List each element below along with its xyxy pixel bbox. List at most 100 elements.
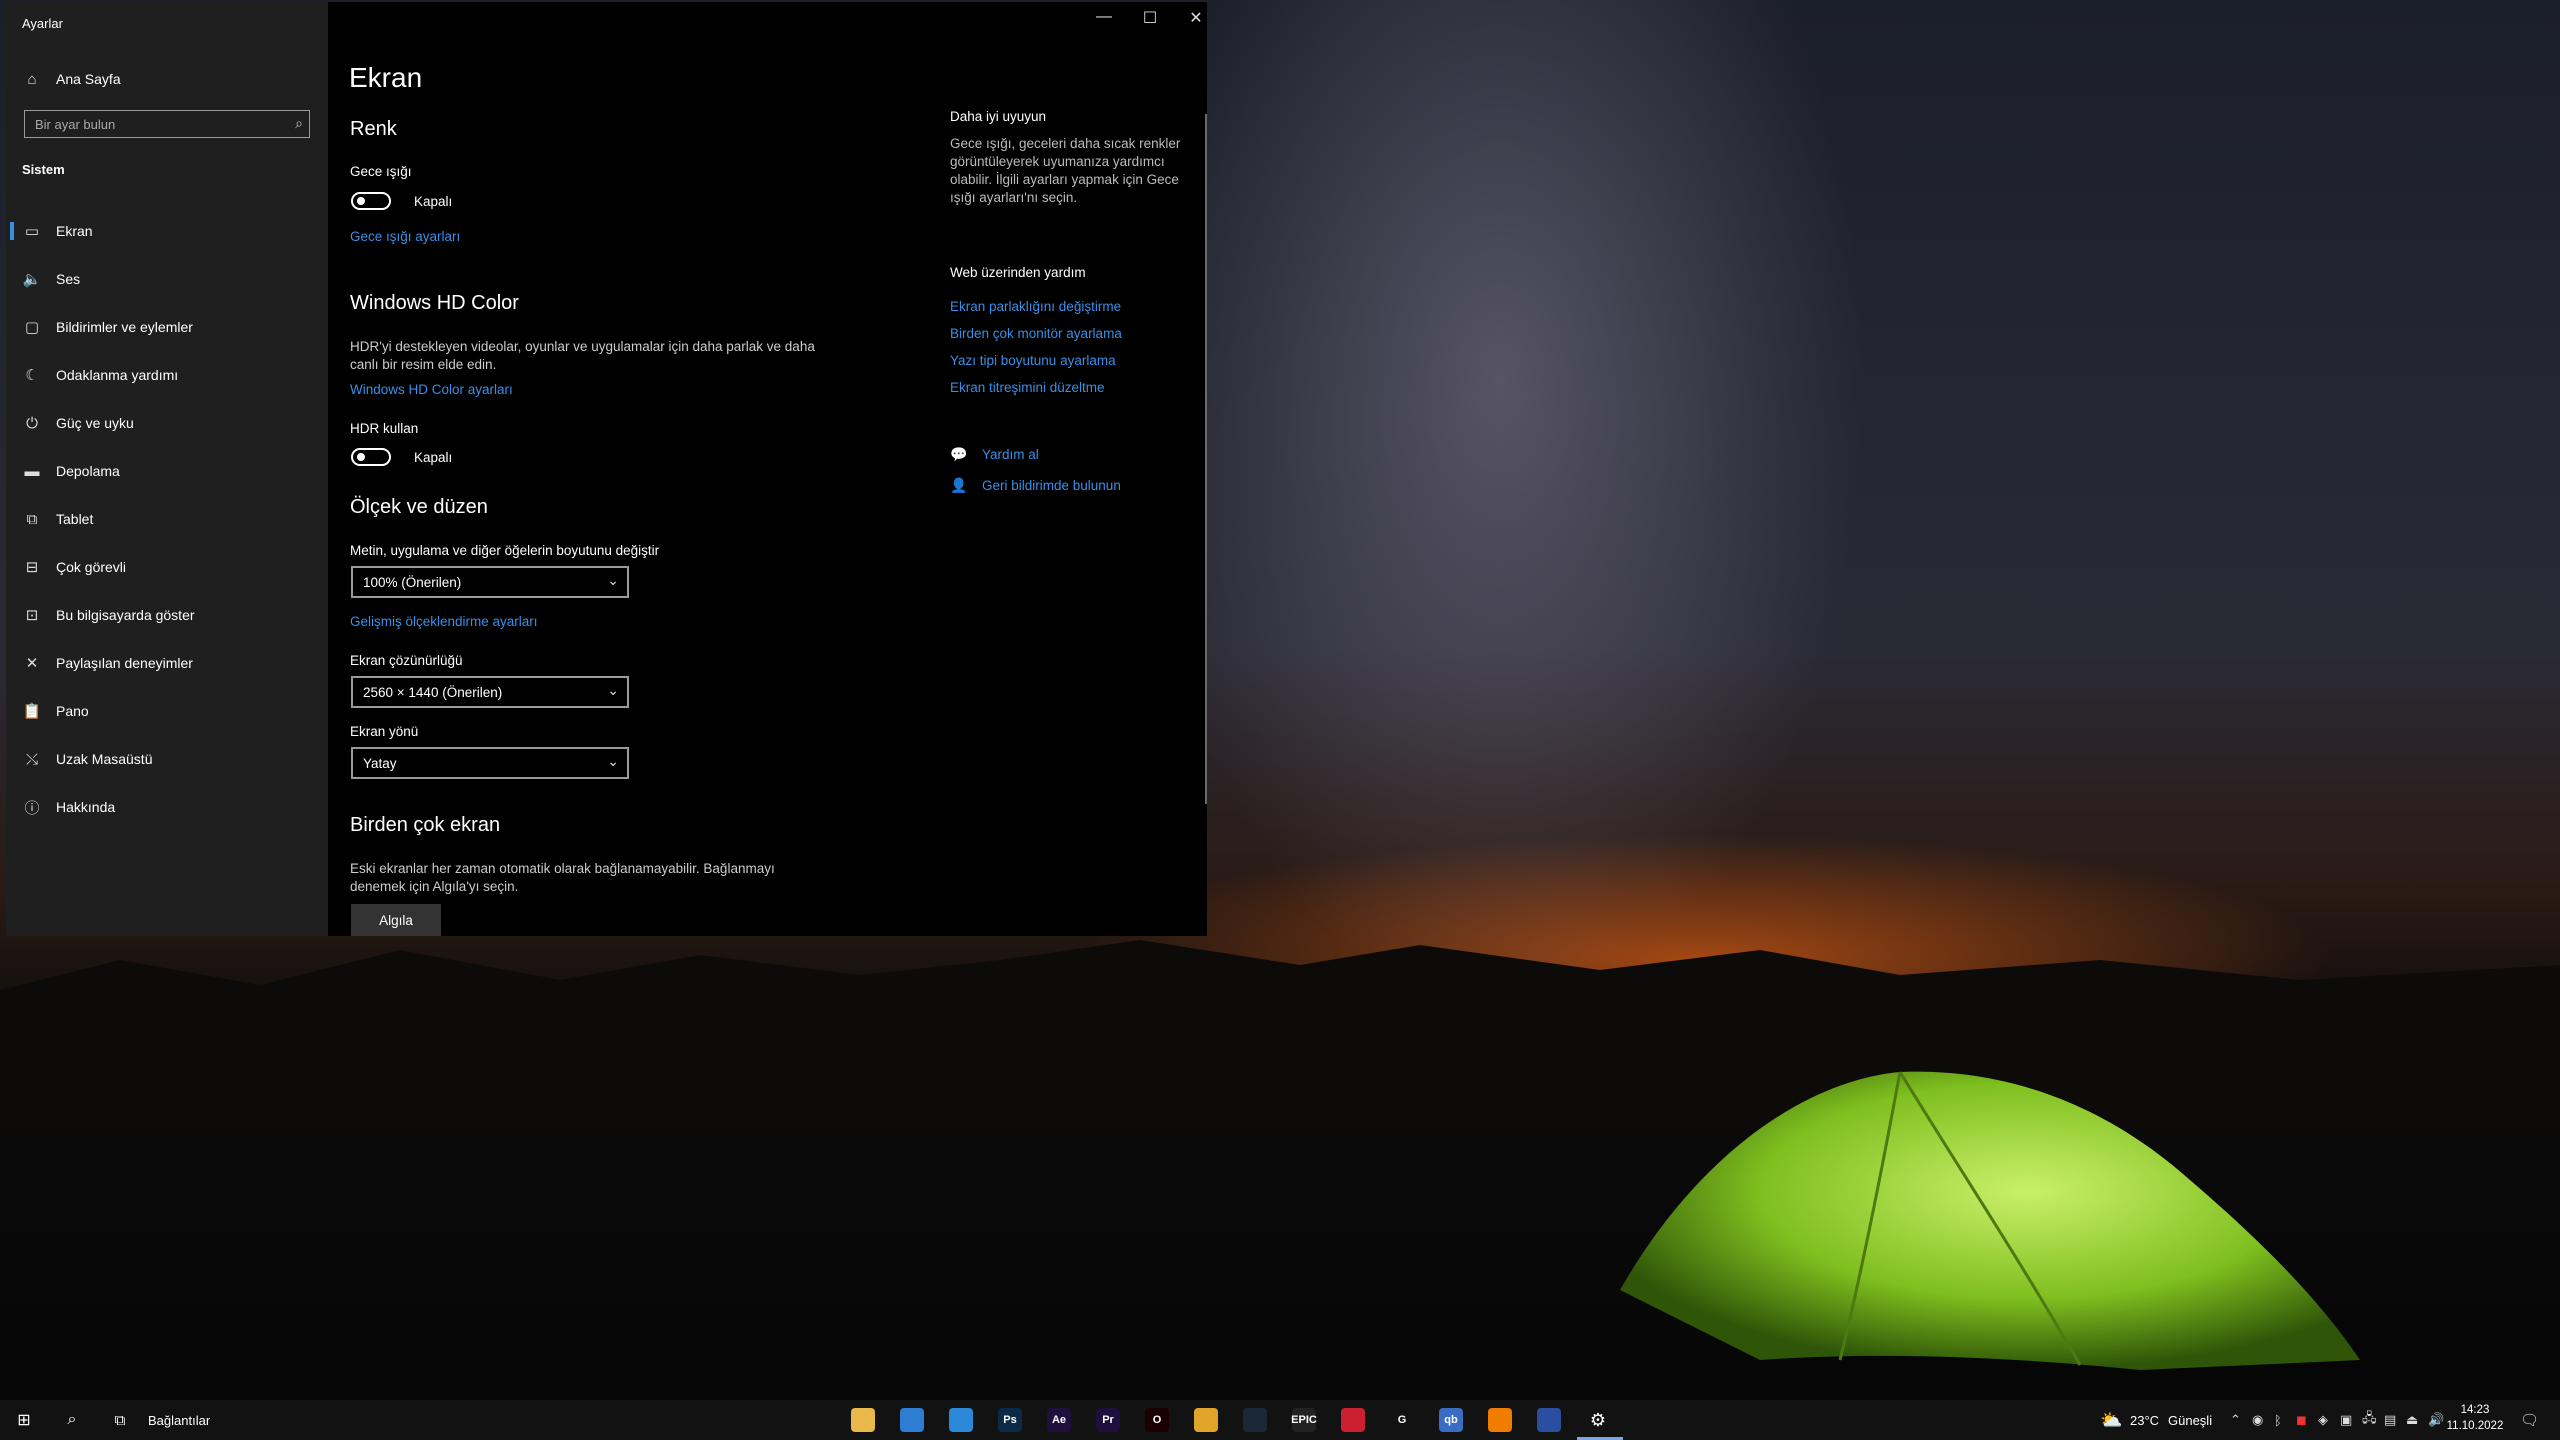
sidebar-item-sound[interactable]: 🔈 Ses	[22, 264, 80, 294]
taskbar-app-qbittorrent[interactable]: qb	[1428, 1400, 1474, 1440]
moon-icon: ☾	[25, 367, 39, 384]
hdr-toggle[interactable]	[351, 448, 391, 466]
links-toolbar[interactable]: Bağlantılar	[148, 1400, 210, 1440]
taskbar-app-epic-games[interactable]: EPIC	[1281, 1400, 1327, 1440]
network-icon[interactable]: 🖧	[2362, 1400, 2377, 1440]
security-icon[interactable]: ▤	[2384, 1400, 2396, 1440]
photoshop-icon: Ps	[998, 1408, 1022, 1432]
sidebar-item-multitask[interactable]: ⊟ Çok görevli	[22, 552, 126, 582]
after-effects-icon-text: Ae	[1051, 1414, 1067, 1426]
night-light-toggle[interactable]	[351, 192, 391, 210]
minimize-button[interactable]: —	[1084, 8, 1124, 26]
sidebar-item-tablet[interactable]: ⧉ Tablet	[22, 504, 94, 534]
sidebar-item-display[interactable]: ▭ Ekran	[10, 216, 93, 246]
tray-chevron-icon[interactable]: ⌃	[2230, 1400, 2241, 1440]
taskbar-app-settings[interactable]: ⚙	[1575, 1400, 1621, 1440]
orientation-label: Ekran yönü	[350, 724, 419, 739]
taskbar-app-video-editor[interactable]	[1526, 1400, 1572, 1440]
home-link[interactable]: ⌂ Ana Sayfa	[22, 64, 120, 94]
sidebar-item-label: Güç ve uyku	[56, 415, 134, 431]
display-tray-icon[interactable]: ▣	[2340, 1400, 2352, 1440]
scrollbar[interactable]	[1205, 114, 1207, 804]
home-icon: ⌂	[27, 70, 37, 88]
hd-color-description: HDR'yi destekleyen videolar, oyunlar ve …	[350, 339, 815, 372]
sidebar-item-about[interactable]: ⓘ Hakkında	[22, 792, 115, 822]
sidebar-item-label: Çok görevli	[56, 559, 127, 575]
multi-display-heading: Birden çok ekran	[350, 814, 501, 836]
taskbar-app-store[interactable]	[889, 1400, 935, 1440]
monitor-icon: ▭	[24, 223, 40, 240]
night-light-label: Gece ışığı	[350, 164, 412, 179]
resolution-dropdown[interactable]: 2560 × 1440 (Önerilen) ⌄	[351, 676, 629, 708]
scale-dropdown[interactable]: 100% (Önerilen) ⌄	[351, 566, 629, 598]
taskbar-app-mail[interactable]	[938, 1400, 984, 1440]
taskbar-app-steam[interactable]	[1232, 1400, 1278, 1440]
shared-icon: ✕	[25, 655, 39, 672]
orientation-dropdown[interactable]: Yatay ⌄	[351, 747, 629, 779]
chevron-down-icon: ⌄	[607, 682, 619, 698]
opera-icon: O	[1145, 1408, 1169, 1432]
sidebar-item-shared[interactable]: ✕ Paylaşılan deneyimler	[22, 648, 193, 678]
taskbar-app-opera[interactable]: O	[1134, 1400, 1180, 1440]
hd-color-heading: Windows HD Color	[350, 292, 519, 314]
maximize-button[interactable]: ☐	[1130, 8, 1170, 28]
sidebar-item-project[interactable]: ⊡ Bu bilgisayarda göster	[22, 600, 195, 630]
volume-icon[interactable]: 🔊	[2428, 1400, 2444, 1440]
search-button[interactable]: ⌕	[48, 1400, 96, 1440]
app-tray-icon[interactable]: ◈	[2318, 1400, 2328, 1440]
power-icon: ⏻	[26, 414, 38, 432]
weather-temp[interactable]: 23°C	[2130, 1400, 2159, 1440]
detect-button[interactable]: Algıla	[351, 904, 441, 936]
bluetooth-icon[interactable]: ᛒ	[2274, 1400, 2282, 1440]
search-input[interactable]: Bir ayar bulun ⌕	[24, 110, 310, 138]
settings-content: — ☐ ✕ Ekran Renk Gece ışığı Kapalı Gece …	[328, 2, 1207, 936]
tablet-icon: ⧉	[26, 510, 38, 528]
taskbar: ⊞ ⌕ ⧉ Bağlantılar Ps Ae Pr O EPIC Gqb ⚙ ⛅ 23°C…	[0, 1400, 2560, 1440]
section-label: Sistem	[22, 162, 65, 177]
web-link-font-size[interactable]: Yazı tipi boyutunu ayarlama	[950, 353, 1116, 368]
taskbar-app-photoshop[interactable]: Ps	[987, 1400, 1033, 1440]
multi-display-description: Eski ekranlar her zaman otomatik olarak …	[350, 861, 775, 894]
sidebar-item-clipboard[interactable]: 📋 Pano	[22, 696, 89, 726]
file-explorer-icon	[851, 1408, 875, 1432]
start-button[interactable]: ⊞	[0, 1400, 48, 1440]
taskbar-app-amd[interactable]	[1330, 1400, 1376, 1440]
taskbar-app-vlc[interactable]	[1477, 1400, 1523, 1440]
task-view-button[interactable]: ⧉	[96, 1400, 144, 1440]
vlc-icon	[1488, 1408, 1512, 1432]
night-light-settings-link[interactable]: Gece ışığı ayarları	[350, 229, 460, 244]
steam-tray-icon[interactable]: ◉	[2252, 1400, 2263, 1440]
taskbar-app-after-effects[interactable]: Ae	[1036, 1400, 1082, 1440]
remote-icon: ⤯	[25, 750, 38, 768]
taskbar-app-chrome[interactable]	[1183, 1400, 1229, 1440]
taskbar-app-logitech[interactable]: G	[1379, 1400, 1425, 1440]
web-link-multi-monitor[interactable]: Birden çok monitör ayarlama	[950, 326, 1122, 341]
feedback-link[interactable]: Geri bildirimde bulunun	[982, 478, 1121, 493]
taskbar-app-file-explorer[interactable]	[840, 1400, 886, 1440]
clock-date: 11.10.2022	[2446, 1420, 2504, 1432]
action-center-icon[interactable]: 🗨	[2520, 1400, 2539, 1440]
sidebar-item-notifications[interactable]: ▢ Bildirimler ve eylemler	[22, 312, 193, 342]
search-icon: ⌕	[295, 115, 303, 131]
usb-icon[interactable]: ⏏	[2406, 1400, 2418, 1440]
get-help-link[interactable]: Yardım al	[982, 447, 1039, 462]
resolution-value: 2560 × 1440 (Önerilen)	[363, 685, 503, 700]
sidebar-item-label: Depolama	[56, 463, 120, 479]
web-link-brightness[interactable]: Ekran parlaklığını değiştirme	[950, 299, 1121, 314]
amd-tray-icon[interactable]: ◼	[2296, 1400, 2307, 1440]
epic-games-icon-text: EPIC	[1291, 1414, 1317, 1426]
sidebar-item-power[interactable]: ⏻ Güç ve uyku	[22, 408, 134, 438]
web-link-flicker[interactable]: Ekran titreşimini düzeltme	[950, 380, 1105, 395]
weather-text[interactable]: Güneşli	[2168, 1400, 2212, 1440]
orientation-value: Yatay	[363, 756, 397, 771]
sidebar-item-storage[interactable]: ▬ Depolama	[22, 456, 120, 486]
store-icon	[900, 1408, 924, 1432]
settings-icon-text: ⚙	[1589, 1409, 1607, 1430]
sidebar-item-remote[interactable]: ⤯ Uzak Masaüstü	[22, 744, 153, 774]
close-button[interactable]: ✕	[1176, 8, 1207, 28]
clock[interactable]: 14:23 11.10.2022	[2445, 1402, 2505, 1434]
advanced-scaling-link[interactable]: Gelişmiş ölçeklendirme ayarları	[350, 614, 538, 629]
taskbar-app-premiere[interactable]: Pr	[1085, 1400, 1131, 1440]
sidebar-item-focus[interactable]: ☾ Odaklanma yardımı	[22, 360, 178, 390]
hd-color-settings-link[interactable]: Windows HD Color ayarları	[350, 382, 513, 397]
